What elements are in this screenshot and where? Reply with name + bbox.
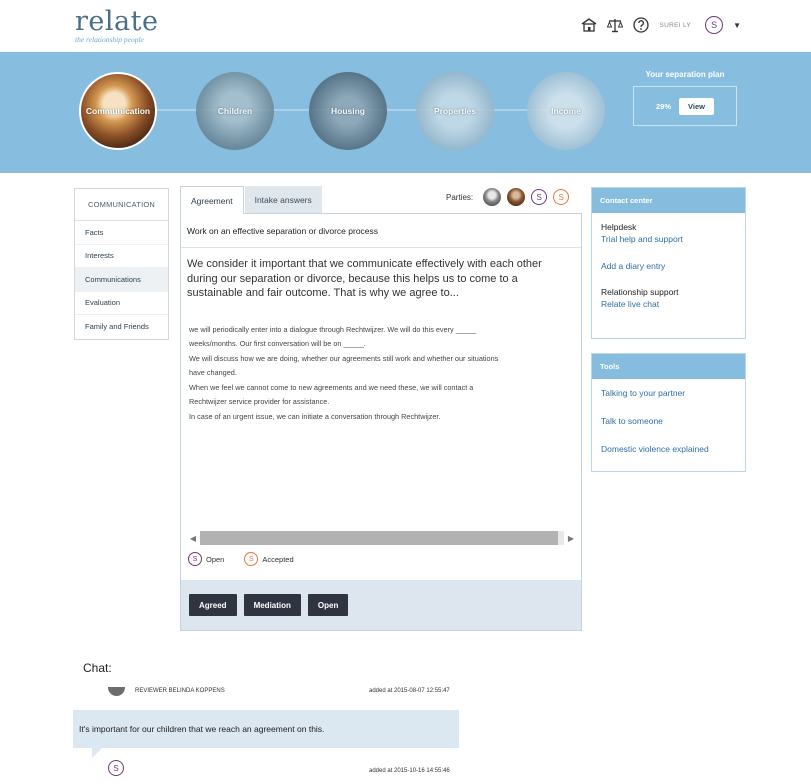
header-actions: SUREI LY S ▼ [580, 16, 741, 34]
relationship-support-label: Relationship support [601, 287, 679, 297]
nav-item-family-and-friends[interactable]: Family and Friends [75, 315, 168, 339]
open-button[interactable]: Open [307, 594, 349, 616]
step-properties[interactable]: Properties [416, 72, 494, 150]
separation-plan: Your separation plan 29% View [633, 70, 737, 126]
agreement-intro: We consider it important that we communi… [187, 258, 542, 299]
contact-center-body: Helpdesk Trial help and support Add a di… [592, 213, 745, 320]
chat-bubble-tail [92, 748, 102, 758]
agreement-line: When we feel we cannot come to new agree… [189, 382, 474, 392]
plan-percent: 29% [656, 101, 672, 111]
tool-talking-to-partner[interactable]: Talking to your partner [601, 387, 736, 399]
tools-panel: Tools Talking to your partner Talk to so… [591, 353, 746, 472]
logo-wordmark: relate [75, 6, 159, 37]
chat-author: REVIEWER BELINDA KOPPENS [135, 688, 225, 694]
agreement-tabs: Agreement Intake answers [180, 186, 322, 214]
tab-intake-answers[interactable]: Intake answers [244, 186, 322, 213]
tool-domestic-violence[interactable]: Domestic violence explained [601, 443, 736, 455]
chat-timestamp: added at 2015-10-16 14:55:46 [369, 768, 450, 774]
step-communication[interactable]: Communication [79, 72, 157, 150]
tools-list: Talking to your partner Talk to someone … [592, 379, 745, 465]
chat-timestamp: added at 2015-08-07 12:55:47 [369, 688, 450, 694]
parties-label: Parties: [446, 192, 474, 202]
agreement-line: we will periodically enter into a dialog… [189, 324, 477, 334]
legend-accepted-label: Accepted [262, 554, 294, 564]
status-legend: S Open S Accepted [188, 552, 294, 566]
plan-summary: 29% View [633, 86, 737, 126]
party-avatar-purple[interactable]: S [531, 189, 548, 205]
chat-title: Chat: [83, 661, 112, 675]
legend-open-avatar: S [188, 552, 202, 566]
home-icon[interactable] [580, 16, 598, 34]
parties: Parties: S S [446, 188, 570, 206]
horizontal-scrollbar[interactable]: ◀ ▶ [186, 531, 578, 545]
agreement-heading: Work on an effective separation or divor… [181, 214, 581, 248]
step-label: Housing [331, 106, 365, 116]
diary-entry-link[interactable]: Add a diary entry [601, 260, 736, 272]
contact-center-title: Contact center [592, 188, 745, 213]
chat-author-avatar [108, 687, 125, 696]
chat-author-avatar-purple: S [108, 760, 124, 776]
section-nav: COMMUNICATION Facts Interests Communicat… [74, 188, 169, 340]
agreement-line: weeks/months. Our first conversation wil… [189, 339, 366, 349]
page: relate the relationship people SUREI LY … [0, 0, 811, 784]
step-label: Properties [433, 106, 477, 116]
nav-item-facts[interactable]: Facts [75, 221, 168, 245]
tools-title: Tools [592, 354, 745, 379]
scales-icon[interactable] [606, 16, 624, 34]
chat-message: It's important for our children that we … [73, 710, 459, 748]
scrollbar-thumb[interactable] [200, 531, 558, 545]
step-children[interactable]: Children [196, 72, 274, 150]
header: relate the relationship people SUREI LY … [0, 0, 811, 52]
scroll-right-icon[interactable]: ▶ [564, 534, 578, 543]
party-avatar-orange[interactable]: S [553, 189, 570, 205]
agreement-line: Rechtwijzer service provider for assista… [189, 397, 330, 407]
mediation-button[interactable]: Mediation [243, 594, 301, 616]
tool-talk-to-someone[interactable]: Talk to someone [601, 415, 736, 427]
legend-accepted-avatar: S [244, 552, 259, 566]
scroll-left-icon[interactable]: ◀ [186, 534, 200, 543]
agreement-line: We will discuss how we are doing, whethe… [189, 353, 499, 363]
nav-item-evaluation[interactable]: Evaluation [75, 292, 168, 315]
legend-open-label: Open [206, 554, 225, 564]
party-avatar-photo[interactable] [483, 188, 502, 206]
step-housing[interactable]: Housing [309, 72, 387, 150]
agreement-text: we will periodically enter into a dialog… [189, 323, 573, 425]
section-nav-title: COMMUNICATION [75, 189, 168, 221]
tab-agreement[interactable]: Agreement [180, 186, 244, 214]
step-income[interactable]: Income [527, 72, 605, 150]
nav-item-communications[interactable]: Communications [75, 268, 168, 292]
agreed-button[interactable]: Agreed [189, 594, 237, 616]
nav-item-interests[interactable]: Interests [75, 245, 168, 268]
live-chat-link[interactable]: Relate live chat [601, 298, 736, 310]
user-name[interactable]: SUREI LY [660, 22, 692, 29]
logo[interactable]: relate the relationship people [75, 6, 159, 45]
agreement-line: have changed. [189, 368, 237, 378]
chevron-down-icon[interactable]: ▼ [733, 21, 741, 30]
agreement-actions: Agreed Mediation Open [181, 580, 581, 630]
help-icon[interactable] [632, 16, 650, 34]
user-avatar[interactable]: S [705, 16, 724, 34]
step-label: Children [217, 106, 253, 116]
agreement-panel: Work on an effective separation or divor… [180, 213, 582, 631]
contact-center: Contact center Helpdesk Trial help and s… [591, 187, 746, 339]
trial-help-link[interactable]: Trial help and support [601, 233, 736, 245]
helpdesk-label: Helpdesk [601, 222, 637, 232]
party-avatar-photo[interactable] [507, 188, 526, 206]
plan-title: Your separation plan [645, 70, 725, 79]
step-label: Communication [85, 106, 151, 116]
agreement-line: In case of an urgent issue, we can initi… [189, 412, 441, 422]
progress-hero: Communication Children Housing Propertie… [0, 52, 811, 173]
plan-view-button[interactable]: View [679, 97, 714, 115]
step-label: Income [551, 106, 581, 116]
